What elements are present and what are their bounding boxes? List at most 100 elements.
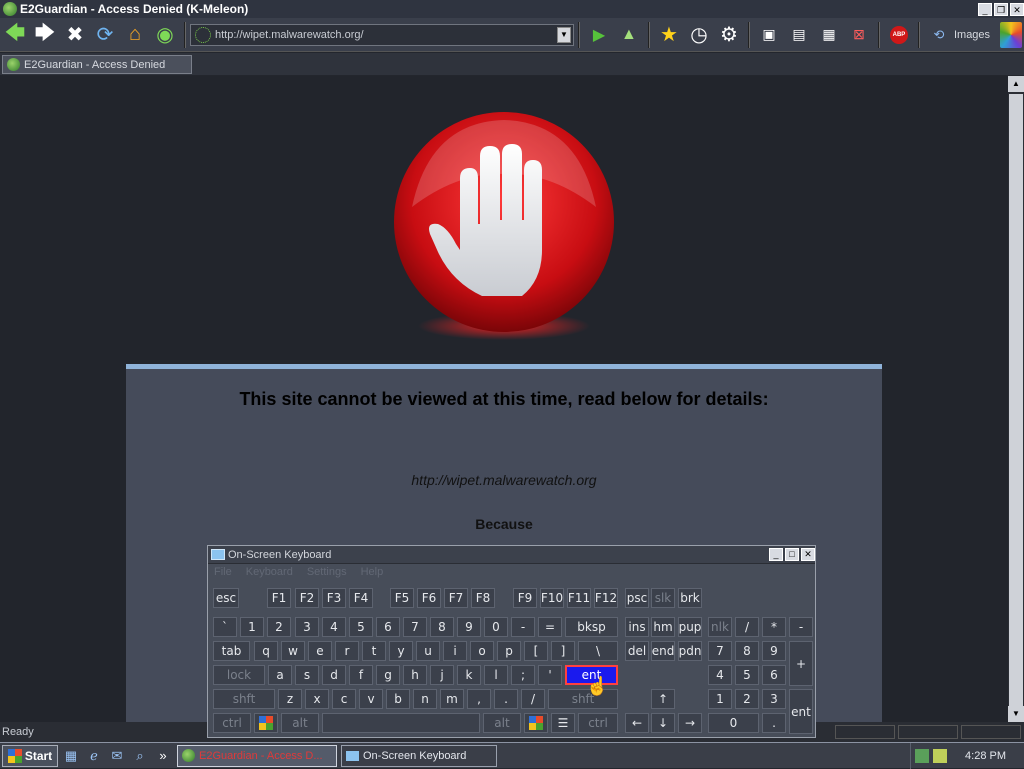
key-u[interactable]: u [416,641,440,661]
key-3[interactable]: 3 [295,617,319,637]
key-2[interactable]: 2 [267,617,291,637]
osk-maximize-button[interactable]: □ [785,548,799,561]
osk-minimize-button[interactable]: _ [769,548,783,561]
key-f10[interactable]: F10 [540,588,564,608]
key-z[interactable]: z [278,689,302,709]
key-7[interactable]: 7 [403,617,427,637]
internet-explorer-icon[interactable]: ℯ [84,746,104,766]
key-num-multiply[interactable]: * [762,617,786,637]
up-button[interactable]: ▲ [616,22,642,48]
key-9[interactable]: 9 [457,617,481,637]
osk-close-button[interactable]: ✕ [801,548,815,561]
key-n[interactable]: n [413,689,437,709]
osk-menu-settings[interactable]: Settings [307,566,347,578]
key-1[interactable]: 1 [240,617,264,637]
key-r[interactable]: r [335,641,359,661]
osk-menu-file[interactable]: File [214,566,232,578]
osk-menu-help[interactable]: Help [361,566,384,578]
key-num-3[interactable]: 3 [762,689,786,709]
restore-button[interactable]: ❐ [994,2,1008,16]
scroll-up-icon[interactable]: ▲ [1008,76,1024,92]
key-t[interactable]: t [362,641,386,661]
scroll-thumb[interactable] [1009,94,1023,710]
osk-titlebar[interactable]: On-Screen Keyboard _ □ ✕ [208,546,815,564]
key-period[interactable]: . [494,689,518,709]
key-num-subtract[interactable]: - [789,617,813,637]
key-e[interactable]: e [308,641,332,661]
key-num-add[interactable]: + [789,641,813,686]
key-num-2[interactable]: 2 [735,689,759,709]
explorer-icon[interactable]: ⌕ [130,746,150,766]
chevron-down-icon[interactable]: ▼ [556,26,571,43]
vertical-scrollbar[interactable]: ▲ ▼ [1008,76,1024,722]
key-f6[interactable]: F6 [417,588,441,608]
show-desktop-icon[interactable]: ▦ [61,746,81,766]
arrow-right-key-icon[interactable]: → [678,713,702,733]
arrow-up-key-icon[interactable]: ↑ [651,689,675,709]
key-equals[interactable]: = [538,617,562,637]
key-slash[interactable]: / [521,689,545,709]
key-d[interactable]: d [322,665,346,685]
key-num-6[interactable]: 6 [762,665,786,685]
key-a[interactable]: a [268,665,292,685]
key-right-ctrl[interactable]: ctrl [578,713,618,733]
back-button[interactable]: 🡄 [2,22,28,48]
key-f9[interactable]: F9 [513,588,537,608]
tab-access-denied[interactable]: E2Guardian - Access Denied [2,55,192,74]
key-hm[interactable]: hm [651,617,675,637]
key-f5[interactable]: F5 [390,588,414,608]
key-pdn[interactable]: pdn [678,641,702,661]
key-end[interactable]: end [651,641,675,661]
key-lbracket[interactable]: [ [524,641,548,661]
key-minus[interactable]: - [511,617,535,637]
settings-gear-icon[interactable]: ⚙ [716,22,742,48]
home-button[interactable]: ⌂ [122,22,148,48]
reload-button[interactable]: ⟳ [92,22,118,48]
outlook-icon[interactable]: ✉ [107,746,127,766]
key-tab[interactable]: tab [213,641,250,661]
key-f4[interactable]: F4 [349,588,373,608]
minimize-button[interactable]: _ [978,2,992,16]
key-6[interactable]: 6 [376,617,400,637]
close-window-icon[interactable]: ⊠ [846,22,872,48]
key-backtick[interactable]: ` [213,617,237,637]
key-4[interactable]: 4 [322,617,346,637]
forward-button[interactable]: 🡆 [32,22,58,48]
key-f11[interactable]: F11 [567,588,591,608]
key-0[interactable]: 0 [484,617,508,637]
key-c[interactable]: c [332,689,356,709]
key-p[interactable]: p [497,641,521,661]
key-backslash[interactable]: \ [578,641,618,661]
key-num-5[interactable]: 5 [735,665,759,685]
key-o[interactable]: o [470,641,494,661]
key-num-1[interactable]: 1 [708,689,732,709]
key-num-7[interactable]: 7 [708,641,732,661]
security-icon[interactable] [933,748,948,763]
key-f12[interactable]: F12 [594,588,618,608]
osk-menu-keyboard[interactable]: Keyboard [246,566,293,578]
chevron-right-icon[interactable]: » [153,746,173,766]
window-layout-icon[interactable]: ▣ [756,22,782,48]
key-i[interactable]: i [443,641,467,661]
key-brk[interactable]: brk [678,588,702,608]
key-left-ctrl[interactable]: ctrl [213,713,251,733]
key-g[interactable]: g [376,665,400,685]
scroll-down-icon[interactable]: ▼ [1008,706,1024,722]
windows-key-icon[interactable] [254,713,278,733]
key-slk[interactable]: slk [651,588,675,608]
key-b[interactable]: b [386,689,410,709]
history-clock-icon[interactable]: ◷ [686,22,712,48]
key-pup[interactable]: pup [678,617,702,637]
key-s[interactable]: s [295,665,319,685]
key-rbracket[interactable]: ] [551,641,575,661]
key-q[interactable]: q [254,641,278,661]
globe-button[interactable]: ◉ [152,22,178,48]
clock[interactable]: 4:28 PM [965,750,1006,762]
key-f8[interactable]: F8 [471,588,495,608]
key-5[interactable]: 5 [349,617,373,637]
key-space[interactable] [322,713,480,733]
key-left-alt[interactable]: alt [281,713,319,733]
task-k-meleon[interactable]: E2Guardian - Access D... [177,744,337,767]
windows-key-icon[interactable] [524,713,548,733]
key-w[interactable]: w [281,641,305,661]
